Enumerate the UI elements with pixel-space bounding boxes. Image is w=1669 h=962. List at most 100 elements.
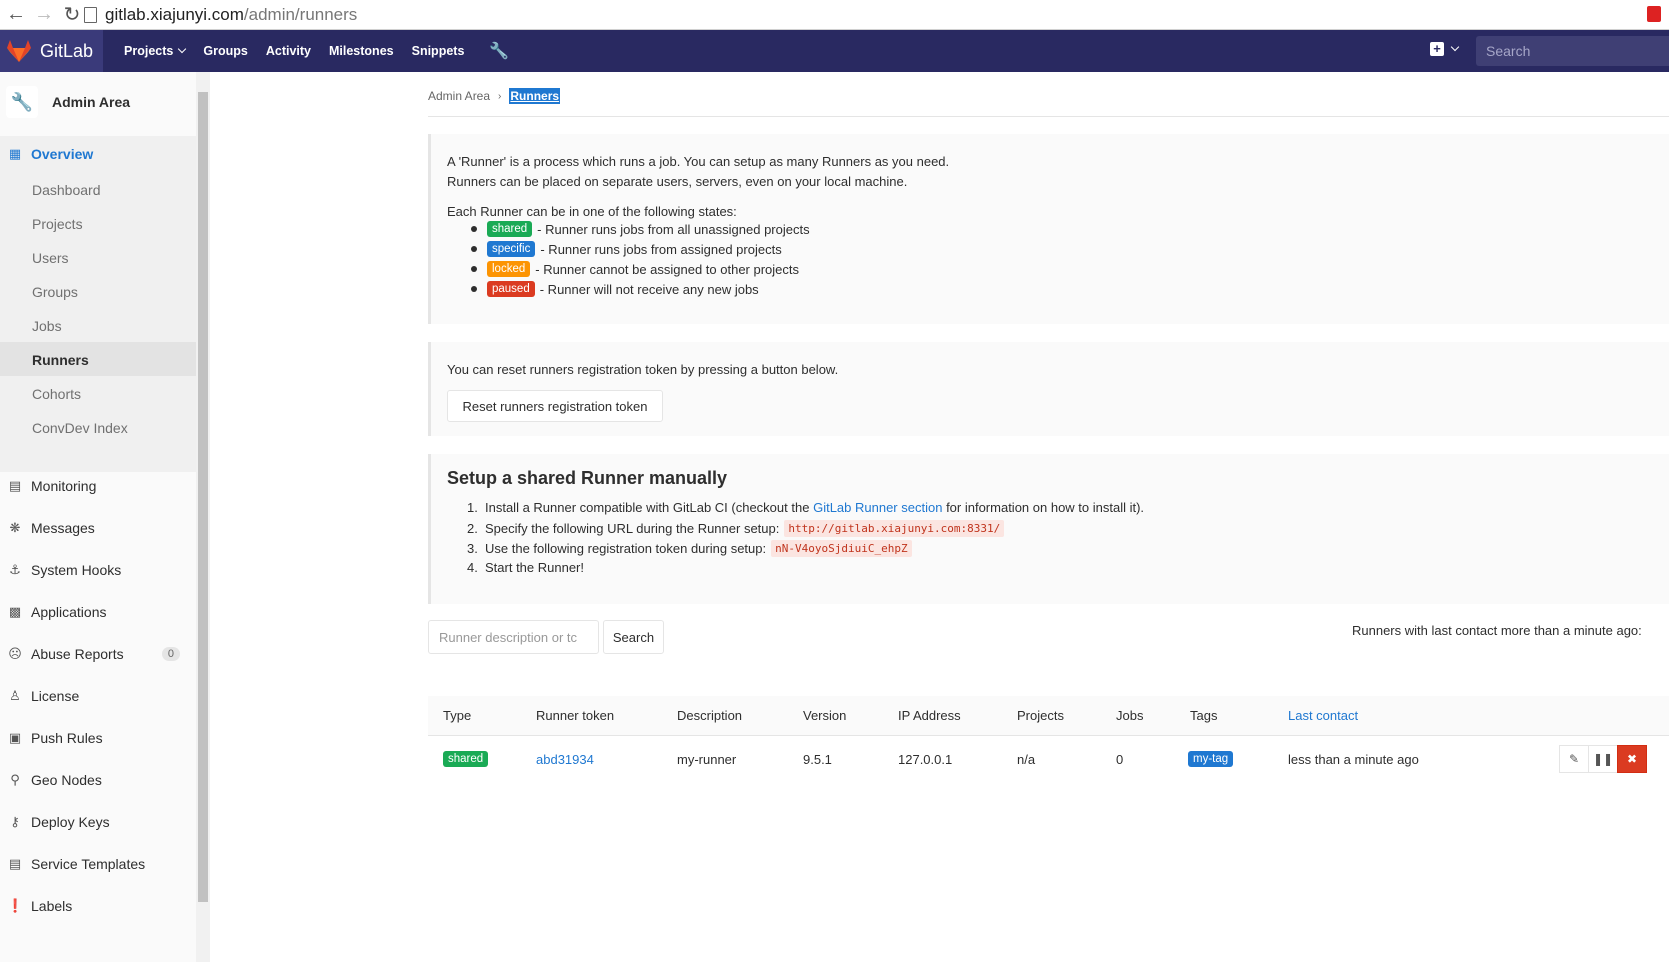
breadcrumb-runners[interactable]: Runners bbox=[509, 88, 561, 104]
sidebar-item-users[interactable]: Users bbox=[0, 240, 196, 276]
state-specific: specific - Runner runs jobs from assigned… bbox=[471, 241, 782, 257]
setup-runner-panel: Setup a shared Runner manually 1. Install… bbox=[428, 454, 1669, 604]
frown-icon: ☹ bbox=[8, 646, 22, 661]
key-icon: ⚷ bbox=[10, 814, 20, 829]
states-intro: Each Runner can be in one of the followi… bbox=[447, 204, 737, 219]
sidebar-item-convdev-index[interactable]: ConvDev Index bbox=[0, 410, 196, 446]
sidebar-item-projects[interactable]: Projects bbox=[0, 206, 196, 242]
row-description: my-runner bbox=[677, 752, 737, 767]
sidebar-scrollbar-thumb[interactable] bbox=[198, 92, 208, 902]
sidebar-item-deploy-keys[interactable]: ⚷ Deploy Keys bbox=[0, 804, 196, 840]
label-paused: paused bbox=[487, 281, 535, 297]
sidebar-item-runners[interactable]: Runners bbox=[0, 342, 196, 378]
gitlab-logo[interactable]: GitLab bbox=[0, 30, 104, 72]
col-last-contact[interactable]: Last contact bbox=[1288, 708, 1358, 723]
label-shared: shared bbox=[487, 221, 533, 237]
sidebar-item-geo-nodes[interactable]: ⚲ Geo Nodes bbox=[0, 762, 196, 798]
remove-runner-button[interactable]: ✖ bbox=[1617, 745, 1647, 773]
sidebar-item-license[interactable]: ♙ License bbox=[0, 678, 196, 714]
col-version: Version bbox=[803, 708, 847, 723]
close-icon: ✖ bbox=[1626, 752, 1638, 766]
nav-activity[interactable]: Activity bbox=[266, 44, 311, 58]
breadcrumb-admin-area[interactable]: Admin Area bbox=[428, 89, 490, 103]
search-input[interactable]: Search bbox=[1476, 36, 1669, 66]
info-line-1: A 'Runner' is a process which runs a job… bbox=[447, 154, 950, 169]
runner-url: http://gitlab.xiajunyi.com:8331/ bbox=[784, 520, 1005, 537]
sidebar-item-labels[interactable]: ❗ Labels bbox=[0, 888, 196, 924]
runner-info-panel: A 'Runner' is a process which runs a job… bbox=[428, 134, 1669, 324]
sidebar-title: Admin Area bbox=[52, 94, 131, 110]
row-ip-address: 127.0.0.1 bbox=[898, 752, 953, 767]
abuse-count-badge: 0 bbox=[161, 647, 180, 661]
col-description: Description bbox=[677, 708, 743, 723]
url-host: gitlab.xiajunyi.com bbox=[105, 5, 244, 24]
broadcast-icon: ❋ bbox=[9, 520, 21, 535]
labels-icon: ❗ bbox=[7, 898, 24, 913]
sidebar-item-service-templates[interactable]: ▤ Service Templates bbox=[0, 846, 196, 882]
pause-runner-button[interactable]: ❚❚ bbox=[1588, 745, 1618, 773]
sidebar-item-cohorts[interactable]: Cohorts bbox=[0, 376, 196, 412]
search-button[interactable]: Search bbox=[603, 620, 664, 654]
logo-text: GitLab bbox=[40, 40, 94, 61]
runner-search-input[interactable]: Runner description or tc bbox=[428, 620, 599, 654]
state-paused: paused - Runner will not receive any new … bbox=[471, 281, 759, 297]
tanuki-logo-icon bbox=[6, 39, 32, 63]
wrench-icon: 🔧 bbox=[6, 86, 38, 118]
breadcrumb: Admin Area › Runners bbox=[428, 88, 561, 104]
setup-step-3: 3. Use the following registration token d… bbox=[467, 540, 912, 557]
new-dropdown-button[interactable]: + bbox=[1430, 42, 1460, 56]
sidebar-item-messages[interactable]: ❋ Messages bbox=[0, 510, 196, 546]
extension-icon[interactable] bbox=[1647, 6, 1661, 22]
setup-step-4: 4. Start the Runner! bbox=[467, 560, 584, 575]
setup-step-2: 2. Specify the following URL during the R… bbox=[467, 520, 1005, 537]
reset-text: You can reset runners registration token… bbox=[447, 362, 839, 377]
runner-section-link[interactable]: GitLab Runner section bbox=[813, 500, 942, 515]
reset-token-button[interactable]: Reset runners registration token bbox=[447, 390, 663, 422]
nav-projects[interactable]: Projects bbox=[124, 44, 187, 58]
chevron-down-icon bbox=[1450, 42, 1460, 52]
sidebar-item-groups[interactable]: Groups bbox=[0, 274, 196, 310]
contact-note: Runners with last contact more than a mi… bbox=[1352, 623, 1642, 638]
sidebar-item-applications[interactable]: ▩ Applications bbox=[0, 594, 196, 630]
page-icon bbox=[84, 7, 97, 23]
registration-token: nN-V4oyoSjdiuiC_ehpZ bbox=[771, 540, 912, 557]
sidebar-item-push-rules[interactable]: ▣ Push Rules bbox=[0, 720, 196, 756]
col-ip-address: IP Address bbox=[898, 708, 961, 723]
row-runner-token[interactable]: abd31934 bbox=[536, 752, 594, 767]
edit-runner-button[interactable]: ✎ bbox=[1559, 745, 1589, 773]
url-path: /admin/runners bbox=[243, 5, 358, 24]
grid-icon: ▦ bbox=[8, 146, 22, 161]
col-type: Type bbox=[443, 708, 472, 723]
row-type-label: shared bbox=[443, 750, 493, 767]
chevron-right-icon: › bbox=[498, 90, 502, 102]
browser-toolbar: ← → ↻ gitlab.xiajunyi.com/admin/runners bbox=[0, 0, 1669, 30]
row-jobs: 0 bbox=[1116, 752, 1124, 767]
monitor-icon: ▤ bbox=[8, 478, 22, 493]
admin-wrench-icon[interactable]: 🔧 bbox=[489, 41, 509, 61]
top-nav: Projects Groups Activity Milestones Snip… bbox=[115, 41, 509, 61]
sidebar-item-abuse-reports[interactable]: ☹ Abuse Reports 0 bbox=[0, 636, 196, 672]
col-jobs: Jobs bbox=[1116, 708, 1144, 723]
sidebar-item-jobs[interactable]: Jobs bbox=[0, 308, 196, 344]
nav-snippets[interactable]: Snippets bbox=[412, 44, 465, 58]
address-bar[interactable]: gitlab.xiajunyi.com/admin/runners bbox=[84, 3, 1624, 27]
reload-icon[interactable]: ↻ bbox=[60, 3, 84, 27]
back-arrow-icon[interactable]: ← bbox=[4, 3, 28, 27]
gitlab-header: GitLab Projects Groups Activity Mileston… bbox=[0, 30, 1669, 72]
sidebar-item-dashboard[interactable]: Dashboard bbox=[0, 172, 196, 208]
col-tags: Tags bbox=[1190, 708, 1218, 723]
row-tag: my-tag bbox=[1188, 750, 1238, 767]
sidebar-header[interactable]: 🔧 Admin Area bbox=[0, 72, 196, 132]
plus-icon: + bbox=[1430, 42, 1444, 56]
sidebar-item-overview[interactable]: ▦ Overview bbox=[0, 136, 196, 172]
state-shared: shared - Runner runs jobs from all unassi… bbox=[471, 221, 810, 237]
forward-arrow-icon[interactable]: → bbox=[32, 3, 56, 27]
sidebar-item-system-hooks[interactable]: ⚓ System Hooks bbox=[0, 552, 196, 588]
nav-groups[interactable]: Groups bbox=[203, 44, 247, 58]
nav-milestones[interactable]: Milestones bbox=[329, 44, 394, 58]
sidebar-item-monitoring[interactable]: ▤ Monitoring bbox=[0, 468, 196, 504]
map-pin-icon: ⚲ bbox=[10, 772, 20, 787]
pause-icon: ❚❚ bbox=[1592, 752, 1614, 766]
col-projects: Projects bbox=[1017, 708, 1064, 723]
chevron-down-icon bbox=[178, 44, 187, 54]
